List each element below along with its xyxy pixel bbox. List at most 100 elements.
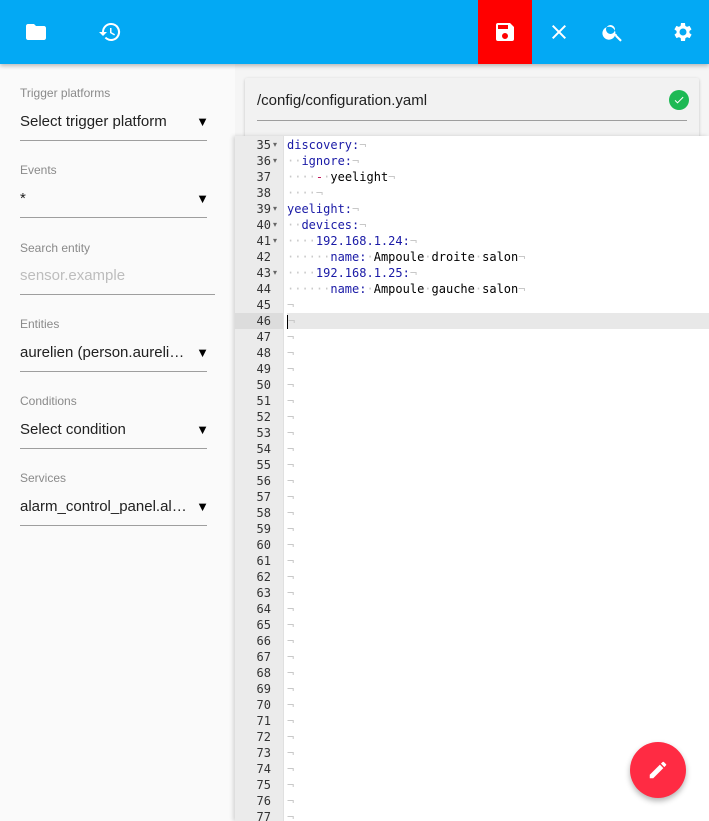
code-line[interactable]: ¬ — [287, 713, 709, 729]
dropdown-arrow-icon[interactable]: ▼ — [196, 345, 209, 360]
code-line[interactable]: ¬ — [287, 521, 709, 537]
fold-toggle-icon[interactable]: ▾ — [273, 137, 277, 153]
line-number: 58 — [256, 506, 271, 520]
fold-toggle-icon[interactable]: ▾ — [273, 265, 277, 281]
line-number: 67 — [256, 650, 271, 664]
entities-select[interactable]: Entities aurelien (person.aurelien) ▼ — [20, 317, 209, 372]
code-line[interactable]: ¬ — [287, 393, 709, 409]
code-line[interactable]: ¬ — [287, 457, 709, 473]
line-number: 50 — [256, 378, 271, 392]
code-line[interactable]: ··ignore:¬ — [287, 153, 709, 169]
gear-icon — [674, 23, 692, 41]
code-line[interactable]: ¬ — [287, 505, 709, 521]
code-line[interactable]: ¬ — [287, 361, 709, 377]
line-number: 44 — [256, 282, 271, 296]
line-number: 37 — [256, 170, 271, 184]
code-line[interactable]: ¬ — [287, 329, 709, 345]
sidebar: Trigger platforms Select trigger platfor… — [0, 64, 235, 821]
search-entity-field[interactable]: Search entity sensor.example — [20, 241, 215, 295]
conditions-value[interactable]: Select condition — [20, 421, 207, 441]
line-number: 48 — [256, 346, 271, 360]
code-line[interactable]: ····-·yeelight¬ — [287, 169, 709, 185]
code-line[interactable]: ¬ — [287, 665, 709, 681]
line-number: 54 — [256, 442, 271, 456]
code-line[interactable]: ¬ — [287, 313, 709, 329]
code-line[interactable]: ¬ — [287, 345, 709, 361]
line-number: 66 — [256, 634, 271, 648]
underline — [20, 371, 207, 372]
line-number: 52 — [256, 410, 271, 424]
code-line[interactable]: ¬ — [287, 569, 709, 585]
line-number: 73 — [256, 746, 271, 760]
code-line[interactable]: ¬ — [287, 377, 709, 393]
code-line[interactable]: ¬ — [287, 617, 709, 633]
line-number: 42 — [256, 250, 271, 264]
code-line[interactable]: ¬ — [287, 489, 709, 505]
code-line[interactable]: ¬ — [287, 729, 709, 745]
save-button[interactable] — [478, 0, 532, 64]
code-line[interactable]: ¬ — [287, 473, 709, 489]
code-line[interactable]: ¬ — [287, 425, 709, 441]
folder-icon — [26, 24, 46, 40]
fold-toggle-icon[interactable]: ▾ — [273, 217, 277, 233]
code-line[interactable]: discovery:¬ — [287, 137, 709, 153]
line-number: 39 — [256, 202, 271, 216]
code-line[interactable]: ······name:·Ampoule·gauche·salon¬ — [287, 281, 709, 297]
code-line[interactable]: ¬ — [287, 809, 709, 821]
underline — [20, 525, 207, 526]
line-number: 65 — [256, 618, 271, 632]
code-line[interactable]: ¬ — [287, 297, 709, 313]
services-select[interactable]: Services alarm_control_panel.alarm_arm_a… — [20, 471, 209, 526]
line-number: 72 — [256, 730, 271, 744]
code-line[interactable]: ¬ — [287, 585, 709, 601]
line-number: 41 — [256, 234, 271, 248]
line-number: 71 — [256, 714, 271, 728]
fold-toggle-icon[interactable]: ▾ — [273, 233, 277, 249]
file-path[interactable]: /config/configuration.yaml — [257, 92, 427, 109]
code-line[interactable]: ¬ — [287, 633, 709, 649]
search-entity-input[interactable]: sensor.example — [20, 267, 215, 287]
search-button[interactable] — [586, 0, 640, 64]
close-button[interactable] — [532, 0, 586, 64]
code-line[interactable]: ····192.168.1.25:¬ — [287, 265, 709, 281]
line-number: 38 — [256, 186, 271, 200]
code-line[interactable]: ¬ — [287, 697, 709, 713]
code-line[interactable]: ····¬ — [287, 185, 709, 201]
folder-button[interactable] — [9, 0, 63, 64]
history-button[interactable] — [83, 0, 137, 64]
code-line[interactable]: ¬ — [287, 553, 709, 569]
dropdown-arrow-icon[interactable]: ▼ — [196, 422, 209, 437]
trigger-platform-value[interactable]: Select trigger platform — [20, 113, 207, 133]
code-line[interactable]: ¬ — [287, 681, 709, 697]
underline — [257, 120, 687, 121]
fold-toggle-icon[interactable]: ▾ — [273, 153, 277, 169]
conditions-select[interactable]: Conditions Select condition ▼ — [20, 394, 209, 449]
code-line[interactable]: yeelight:¬ — [287, 201, 709, 217]
events-value[interactable]: * — [20, 190, 207, 210]
code-line[interactable]: ¬ — [287, 409, 709, 425]
code-line[interactable]: ····192.168.1.24:¬ — [287, 233, 709, 249]
dropdown-arrow-icon[interactable]: ▼ — [196, 499, 209, 514]
dropdown-arrow-icon[interactable]: ▼ — [196, 114, 209, 129]
fold-toggle-icon[interactable]: ▾ — [273, 201, 277, 217]
entities-label: Entities — [20, 317, 60, 331]
code-editor[interactable]: 35 ▾ 36 ▾ 37 38 39 ▾ 40 ▾ 41 ▾ 42 43 ▾ 44 45 46 47 48 49 50 51… — [235, 136, 709, 821]
edit-fab-button[interactable] — [630, 742, 686, 798]
code-line[interactable]: ······name:·Ampoule·droite·salon¬ — [287, 249, 709, 265]
line-number: 43 — [256, 266, 271, 280]
check-circle-icon — [669, 90, 689, 110]
code-line[interactable]: ¬ — [287, 537, 709, 553]
trigger-platform-select[interactable]: Trigger platforms Select trigger platfor… — [20, 86, 209, 141]
search-icon — [602, 25, 622, 42]
code-line[interactable]: ¬ — [287, 649, 709, 665]
code-line[interactable]: ··devices:¬ — [287, 217, 709, 233]
entities-value[interactable]: aurelien (person.aurelien) — [20, 344, 207, 364]
events-select[interactable]: Events * ▼ — [20, 163, 209, 218]
settings-button[interactable] — [655, 0, 709, 64]
services-value[interactable]: alarm_control_panel.alarm_arm_away — [20, 498, 207, 518]
dropdown-arrow-icon[interactable]: ▼ — [196, 191, 209, 206]
line-number: 36 — [256, 154, 271, 168]
code-line[interactable]: ¬ — [287, 601, 709, 617]
line-number: 40 — [256, 218, 271, 232]
code-line[interactable]: ¬ — [287, 441, 709, 457]
